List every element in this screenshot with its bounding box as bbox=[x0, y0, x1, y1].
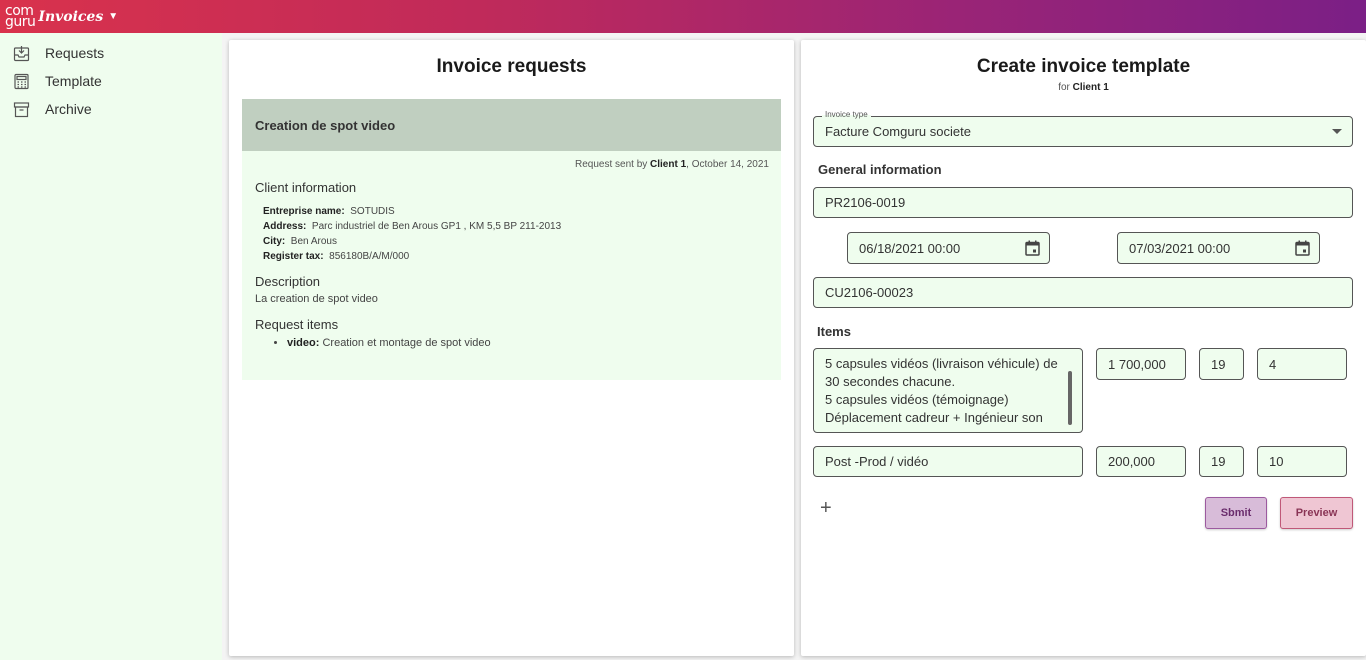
item-tax-input[interactable]: 19 bbox=[1199, 348, 1244, 380]
invoice-requests-panel: Invoice requests Creation de spot video … bbox=[229, 40, 794, 656]
item-tax-value: 19 bbox=[1211, 356, 1226, 372]
client-reference-input[interactable]: CU2106-00023 bbox=[813, 277, 1353, 308]
request-sent-info: Request sent by Client 1, October 14, 20… bbox=[242, 159, 781, 170]
item-price-input[interactable]: 1 700,000 bbox=[1096, 348, 1186, 380]
caret-down-icon[interactable]: ▼ bbox=[108, 11, 118, 22]
textarea-scrollbar[interactable] bbox=[1068, 371, 1072, 425]
start-date-input[interactable]: 06/18/2021 00:00 bbox=[847, 232, 1050, 264]
info-key: City: bbox=[263, 236, 286, 247]
info-key: Entreprise name: bbox=[263, 206, 345, 217]
app-switcher-label[interactable]: Invoices bbox=[38, 9, 103, 25]
info-value: SOTUDIS bbox=[350, 206, 395, 217]
for-client-line: for Client 1 bbox=[801, 82, 1366, 93]
dropdown-arrow-icon[interactable] bbox=[1332, 129, 1342, 134]
submit-button[interactable]: Sbmit bbox=[1205, 497, 1267, 529]
item-price-input[interactable]: 200,000 bbox=[1096, 446, 1186, 477]
create-template-panel: Create invoice template for Client 1 Inv… bbox=[801, 40, 1366, 656]
item-description-value: Post -Prod / vidéo bbox=[825, 454, 929, 469]
description-title: Description bbox=[255, 274, 321, 289]
info-row: Register tax: 856180B/A/M/000 bbox=[263, 249, 781, 264]
invoice-type-value: Facture Comguru societe bbox=[825, 124, 971, 139]
textarea-line: 30 secondes chacune. bbox=[825, 374, 956, 389]
sidebar-item-label: Template bbox=[45, 73, 102, 89]
top-bar: com guru Invoices ▼ bbox=[0, 0, 1366, 33]
info-value: Parc industriel de Ben Arous GP1 , KM 5,… bbox=[311, 221, 562, 232]
textarea-content: 5 capsules vidéos (livraison véhicule) d… bbox=[825, 355, 1058, 427]
request-items-title: Request items bbox=[255, 317, 339, 332]
invoice-type-label: Invoice type bbox=[822, 110, 871, 120]
sidebar-item-label: Archive bbox=[45, 101, 92, 117]
calculator-icon bbox=[12, 72, 30, 90]
item-price-value: 200,000 bbox=[1108, 454, 1155, 469]
reference-value: PR2106-0019 bbox=[825, 195, 906, 210]
sidebar: Requests Template Archive bbox=[0, 33, 222, 660]
sidebar-item-label: Requests bbox=[45, 45, 105, 61]
sent-by: Client 1 bbox=[650, 159, 687, 170]
invoice-type-select[interactable]: Invoice type Facture Comguru societe bbox=[813, 110, 1353, 147]
textarea-line: Déplacement cadreur + Ingénieur son bbox=[825, 410, 1043, 425]
item-tax-input[interactable]: 19 bbox=[1199, 446, 1244, 477]
sidebar-item-template[interactable]: Template bbox=[0, 67, 222, 95]
page-title: Create invoice template bbox=[976, 56, 1191, 77]
preview-button[interactable]: Preview bbox=[1280, 497, 1353, 529]
inbox-download-icon bbox=[12, 44, 30, 62]
list-item: video: Creation et montage de spot video bbox=[287, 337, 781, 349]
item-text: Creation et montage de spot video bbox=[322, 337, 491, 349]
item-quantity-value: 10 bbox=[1269, 454, 1284, 469]
item-description-textarea[interactable]: 5 capsules vidéos (livraison véhicule) d… bbox=[813, 348, 1083, 433]
textarea-line: 5 capsules vidéos (livraison véhicule) d… bbox=[825, 356, 1058, 371]
item-quantity-value: 4 bbox=[1269, 356, 1277, 372]
archive-box-icon bbox=[12, 100, 30, 118]
info-value: 856180B/A/M/000 bbox=[329, 251, 410, 262]
sidebar-item-archive[interactable]: Archive bbox=[0, 95, 222, 123]
item-tax-value: 19 bbox=[1211, 454, 1226, 469]
info-row: Address: Parc industriel de Ben Arous GP… bbox=[263, 219, 781, 234]
reference-input[interactable]: PR2106-0019 bbox=[813, 187, 1353, 218]
sent-date: , October 14, 2021 bbox=[686, 159, 769, 170]
for-client: Client 1 bbox=[1072, 82, 1109, 93]
client-info-title: Client information bbox=[255, 180, 357, 195]
request-card-title[interactable]: Creation de spot video bbox=[242, 99, 781, 151]
description-text: La creation de spot video bbox=[255, 293, 378, 305]
item-name: video: bbox=[287, 337, 320, 349]
end-date-input[interactable]: 07/03/2021 00:00 bbox=[1117, 232, 1320, 264]
item-description-input[interactable]: Post -Prod / vidéo bbox=[813, 446, 1083, 477]
request-card[interactable]: Creation de spot video Request sent by C… bbox=[242, 99, 781, 380]
info-key: Register tax: bbox=[263, 251, 324, 262]
for-prefix: for bbox=[1058, 82, 1073, 93]
sidebar-item-requests[interactable]: Requests bbox=[0, 39, 222, 67]
sent-prefix: Request sent by bbox=[574, 159, 651, 170]
info-row: Entreprise name: SOTUDIS bbox=[263, 204, 781, 219]
items-title: Items bbox=[817, 324, 851, 339]
comguru-logo[interactable]: com guru bbox=[5, 4, 36, 30]
item-price-value: 1 700,000 bbox=[1108, 356, 1166, 372]
end-date-value: 07/03/2021 00:00 bbox=[1129, 240, 1231, 256]
info-key: Address: bbox=[263, 221, 307, 232]
item-quantity-input[interactable]: 4 bbox=[1257, 348, 1347, 380]
calendar-icon[interactable] bbox=[1295, 240, 1310, 256]
textarea-line: 5 capsules vidéos (témoignage) bbox=[825, 392, 1009, 407]
client-reference-value: CU2106-00023 bbox=[825, 285, 914, 300]
item-quantity-input[interactable]: 10 bbox=[1257, 446, 1347, 477]
page-title: Invoice requests bbox=[436, 56, 587, 77]
request-items-list: video: Creation et montage de spot video bbox=[287, 337, 781, 349]
start-date-value: 06/18/2021 00:00 bbox=[859, 240, 961, 256]
logo-line-2: guru bbox=[5, 13, 36, 30]
info-row: City: Ben Arous bbox=[263, 234, 781, 249]
client-info-list: Entreprise name: SOTUDIS Address: Parc i… bbox=[263, 204, 781, 264]
general-info-title: General information bbox=[818, 162, 942, 177]
calendar-icon[interactable] bbox=[1025, 240, 1040, 256]
info-value: Ben Arous bbox=[290, 236, 337, 247]
add-item-button[interactable]: + bbox=[820, 498, 832, 518]
